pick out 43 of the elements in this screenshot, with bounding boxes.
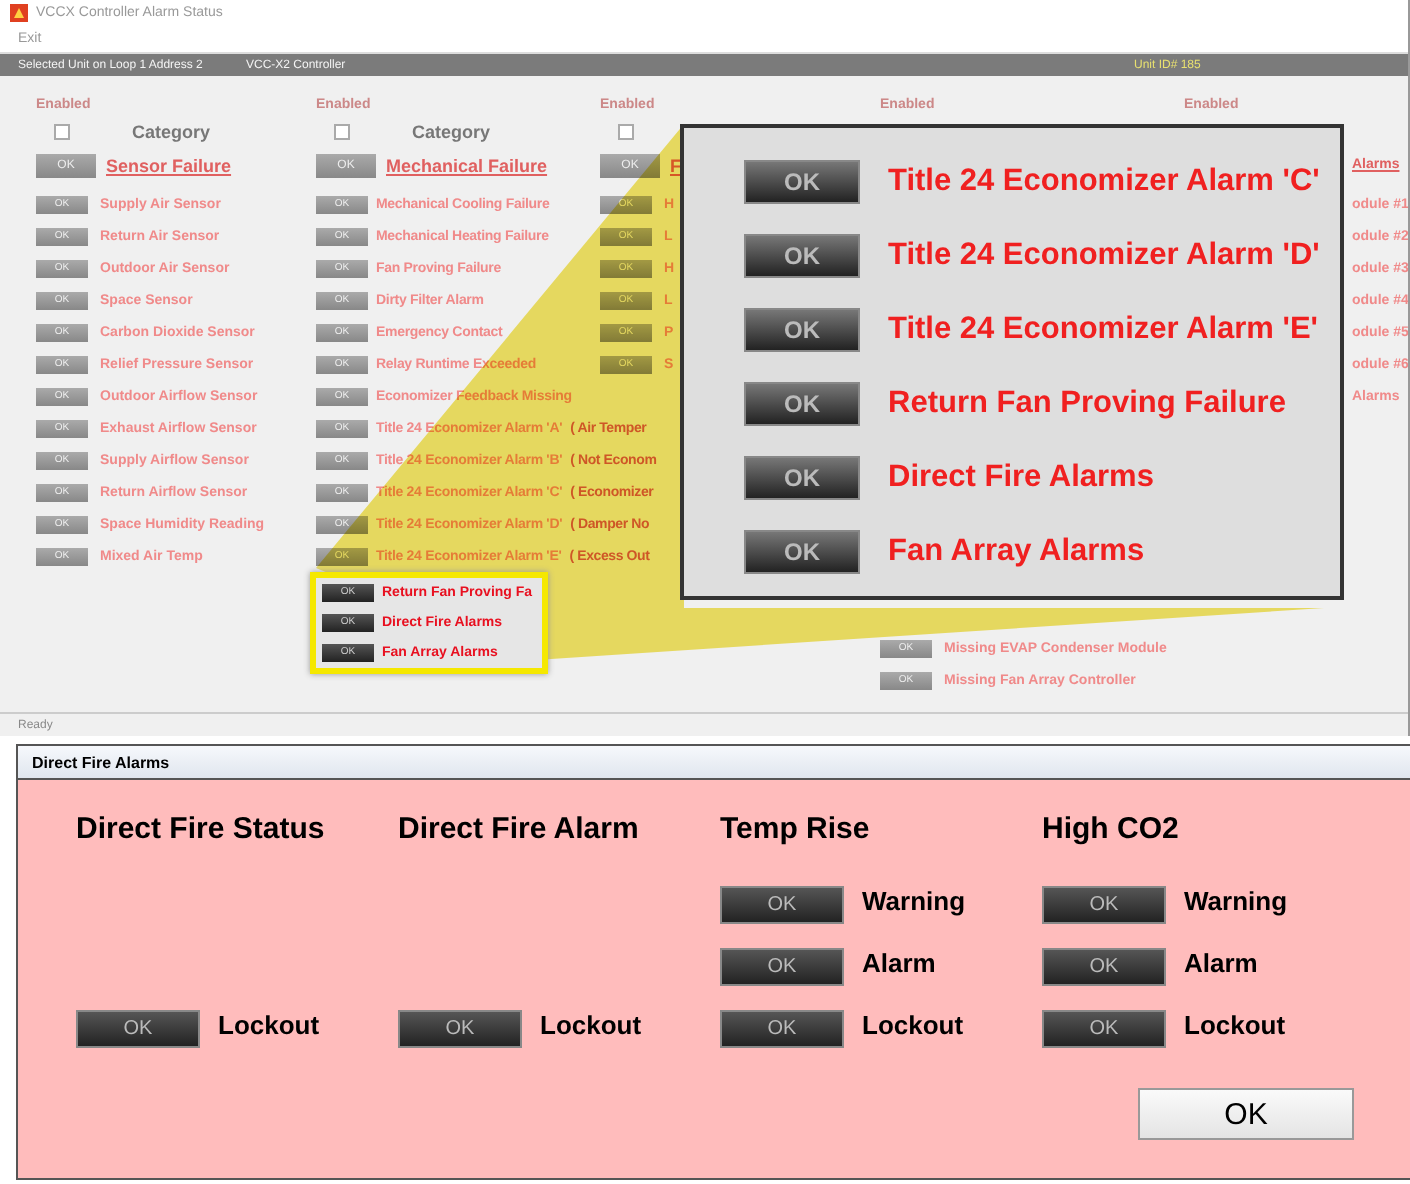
alarm-label: Title 24 Economizer Alarm 'E' [888, 311, 1318, 347]
alarm-label: Direct Fire Alarms [888, 459, 1154, 495]
category-link[interactable]: Sensor Failure [106, 155, 232, 175]
status-label: Warning [1184, 886, 1288, 916]
ok-button[interactable]: OK [1042, 886, 1166, 924]
ok-button[interactable]: OK [398, 1010, 522, 1048]
ok-button[interactable]: OK [744, 233, 860, 277]
ok-button[interactable]: OK [1042, 948, 1166, 986]
ok-button[interactable]: OK [1138, 1088, 1354, 1140]
status-label: Lockout [218, 1010, 320, 1040]
category-link[interactable]: Mechanical Failure [386, 155, 548, 175]
ok-button[interactable]: OK [744, 529, 860, 573]
alarm-label: Title 24 Economizer Alarm 'C' [888, 163, 1320, 199]
category-link[interactable]: F [670, 155, 681, 175]
ok-button[interactable]: OK [1042, 1010, 1166, 1048]
status-label: Warning [862, 886, 966, 916]
enabled-checkbox[interactable] [618, 124, 634, 140]
ok-button[interactable]: OK [720, 886, 844, 924]
column-heading: Temp Rise [720, 812, 872, 850]
ok-button[interactable]: OK [744, 307, 860, 351]
enabled-checkbox[interactable] [334, 124, 350, 140]
alarm-label: Return Fan Proving Failure [888, 385, 1286, 421]
column-heading: Direct Fire Status [76, 812, 327, 850]
column-heading: Direct Fire Alarm [398, 812, 641, 850]
category-label: Category [132, 122, 211, 142]
ok-button[interactable]: OK [720, 1010, 844, 1048]
dialog-title: Direct Fire Alarms [32, 753, 170, 771]
status-label: Alarm [1184, 948, 1258, 978]
column-heading: High CO2 [1042, 812, 1181, 850]
enabled-checkbox[interactable] [54, 124, 70, 140]
ok-button[interactable]: OK [76, 1010, 200, 1048]
ok-button[interactable]: OK [744, 381, 860, 425]
ok-button[interactable]: OK [720, 948, 844, 986]
app-icon [10, 4, 28, 22]
status-label: Lockout [540, 1010, 642, 1040]
alarm-label: Fan Array Alarms [888, 533, 1145, 569]
status-label: Lockout [1184, 1010, 1286, 1040]
alarm-label: Title 24 Economizer Alarm 'D' [888, 237, 1320, 273]
status-label: Lockout [862, 1010, 964, 1040]
ok-button[interactable]: OK [744, 159, 860, 203]
category-label: Category [412, 122, 491, 142]
status-label: Alarm [862, 948, 936, 978]
ok-button[interactable]: OK [744, 455, 860, 499]
